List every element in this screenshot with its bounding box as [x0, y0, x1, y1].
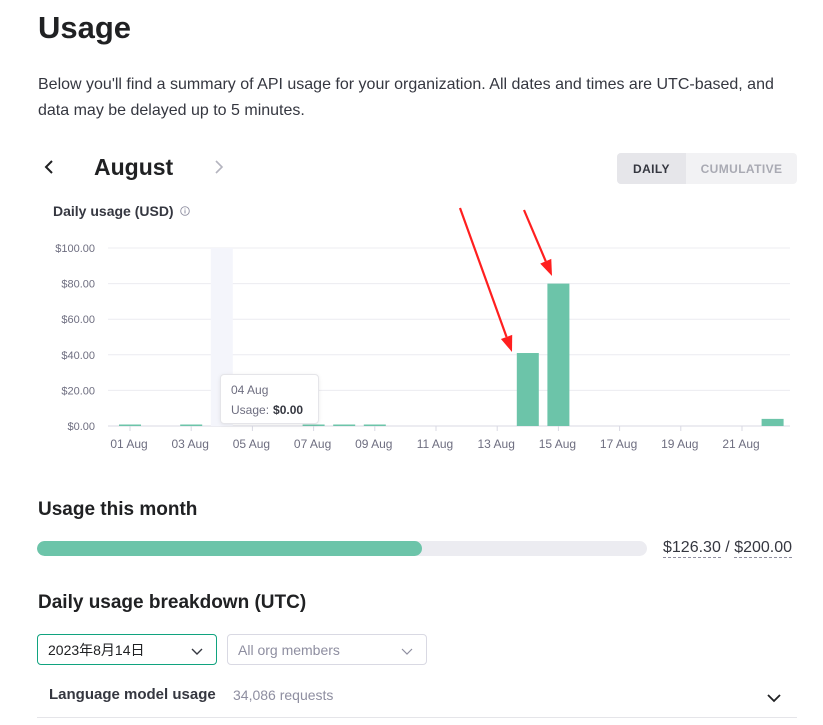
- month-label: August: [94, 154, 174, 180]
- x-tick-label: 15 Aug: [539, 437, 576, 451]
- x-tick-label: 03 Aug: [172, 437, 209, 451]
- usage-separator: /: [725, 539, 730, 556]
- y-tick-label: $40.00: [61, 350, 95, 362]
- usage-limit-value[interactable]: $200.00: [734, 539, 793, 558]
- members-select-value: All org members: [238, 641, 340, 658]
- x-tick-label: 19 Aug: [661, 437, 698, 451]
- arrow-annotation-15-aug: [522, 209, 552, 276]
- month-navigator: August: [38, 150, 238, 184]
- x-tick-label: 11 Aug: [417, 437, 453, 451]
- chart-title: Daily usage (USD): [53, 203, 190, 219]
- chevron-right-icon: [215, 160, 224, 174]
- page-title: Usage: [38, 10, 132, 45]
- bar-07-aug[interactable]: [302, 424, 325, 427]
- tooltip-value: $0.00: [273, 403, 304, 417]
- y-tick-label: $0.00: [67, 421, 95, 433]
- y-tick-label: $60.00: [61, 314, 95, 326]
- members-select[interactable]: All org members: [227, 634, 427, 665]
- usage-used-value[interactable]: $126.30: [663, 539, 721, 558]
- x-tick-label: 09 Aug: [355, 437, 392, 451]
- next-month-button[interactable]: [208, 152, 230, 182]
- usage-month-title: Usage this month: [38, 499, 198, 520]
- breakdown-title: Daily usage breakdown (UTC): [38, 592, 307, 613]
- bar-08-aug[interactable]: [333, 424, 356, 427]
- chevron-left-icon: [44, 160, 53, 174]
- chart-title-text: Daily usage (USD): [53, 203, 174, 219]
- bar-22-aug[interactable]: [761, 418, 784, 426]
- bar-09-aug[interactable]: [363, 424, 386, 427]
- usage-progress-fill: [37, 541, 423, 556]
- request-count: 34,086 requests: [233, 687, 334, 703]
- tooltip-label: Usage:: [231, 403, 270, 417]
- cumulative-toggle-button[interactable]: CUMULATIVE: [686, 153, 797, 184]
- chart-tooltip: 04 Aug Usage: $0.00: [220, 374, 319, 424]
- y-tick-label: $100.00: [55, 243, 95, 255]
- date-select-value: 2023年8月14日: [48, 641, 145, 658]
- y-tick-label: $20.00: [61, 385, 95, 397]
- x-tick-label: 01 Aug: [110, 437, 147, 451]
- y-tick-label: $80.00: [61, 279, 95, 291]
- chevron-down-icon: [191, 648, 203, 655]
- chevron-down-icon: [401, 648, 413, 655]
- usage-amount: $126.30 / $200.00: [663, 539, 793, 558]
- date-select[interactable]: 2023年8月14日: [37, 634, 217, 665]
- x-tick-label: 07 Aug: [294, 437, 331, 451]
- x-tick-label: 05 Aug: [233, 437, 270, 451]
- prev-month-button[interactable]: [38, 152, 60, 182]
- bar-03-aug[interactable]: [180, 424, 203, 427]
- daily-usage-chart: $0.00 $20.00 $40.00 $60.00 $80.00 $100.00 01 …: [55, 207, 790, 451]
- bar-01-aug[interactable]: [119, 424, 141, 427]
- x-tick-label: 13 Aug: [478, 437, 515, 451]
- x-tick-label: 17 Aug: [600, 437, 637, 451]
- language-model-usage-row[interactable]: Language model usage 34,086 requests: [37, 680, 797, 718]
- view-toggle: DAILY CUMULATIVE: [617, 153, 797, 184]
- page-description: Below you'll find a summary of API usage…: [38, 76, 774, 119]
- bar-14-aug[interactable]: [516, 353, 539, 426]
- chevron-down-icon: [767, 694, 781, 703]
- x-tick-label: 21 Aug: [722, 437, 759, 451]
- annotation-arrows: [458, 207, 552, 352]
- arrow-annotation-14-aug: [458, 207, 513, 352]
- tooltip-row: Usage: $0.00: [231, 401, 308, 419]
- tooltip-date: 04 Aug: [231, 383, 269, 397]
- language-model-usage-label: Language model usage: [49, 686, 216, 703]
- usage-progress-bar: [37, 541, 647, 556]
- info-icon[interactable]: [179, 206, 190, 216]
- daily-toggle-button[interactable]: DAILY: [617, 153, 686, 184]
- bar-15-aug[interactable]: [547, 283, 570, 426]
